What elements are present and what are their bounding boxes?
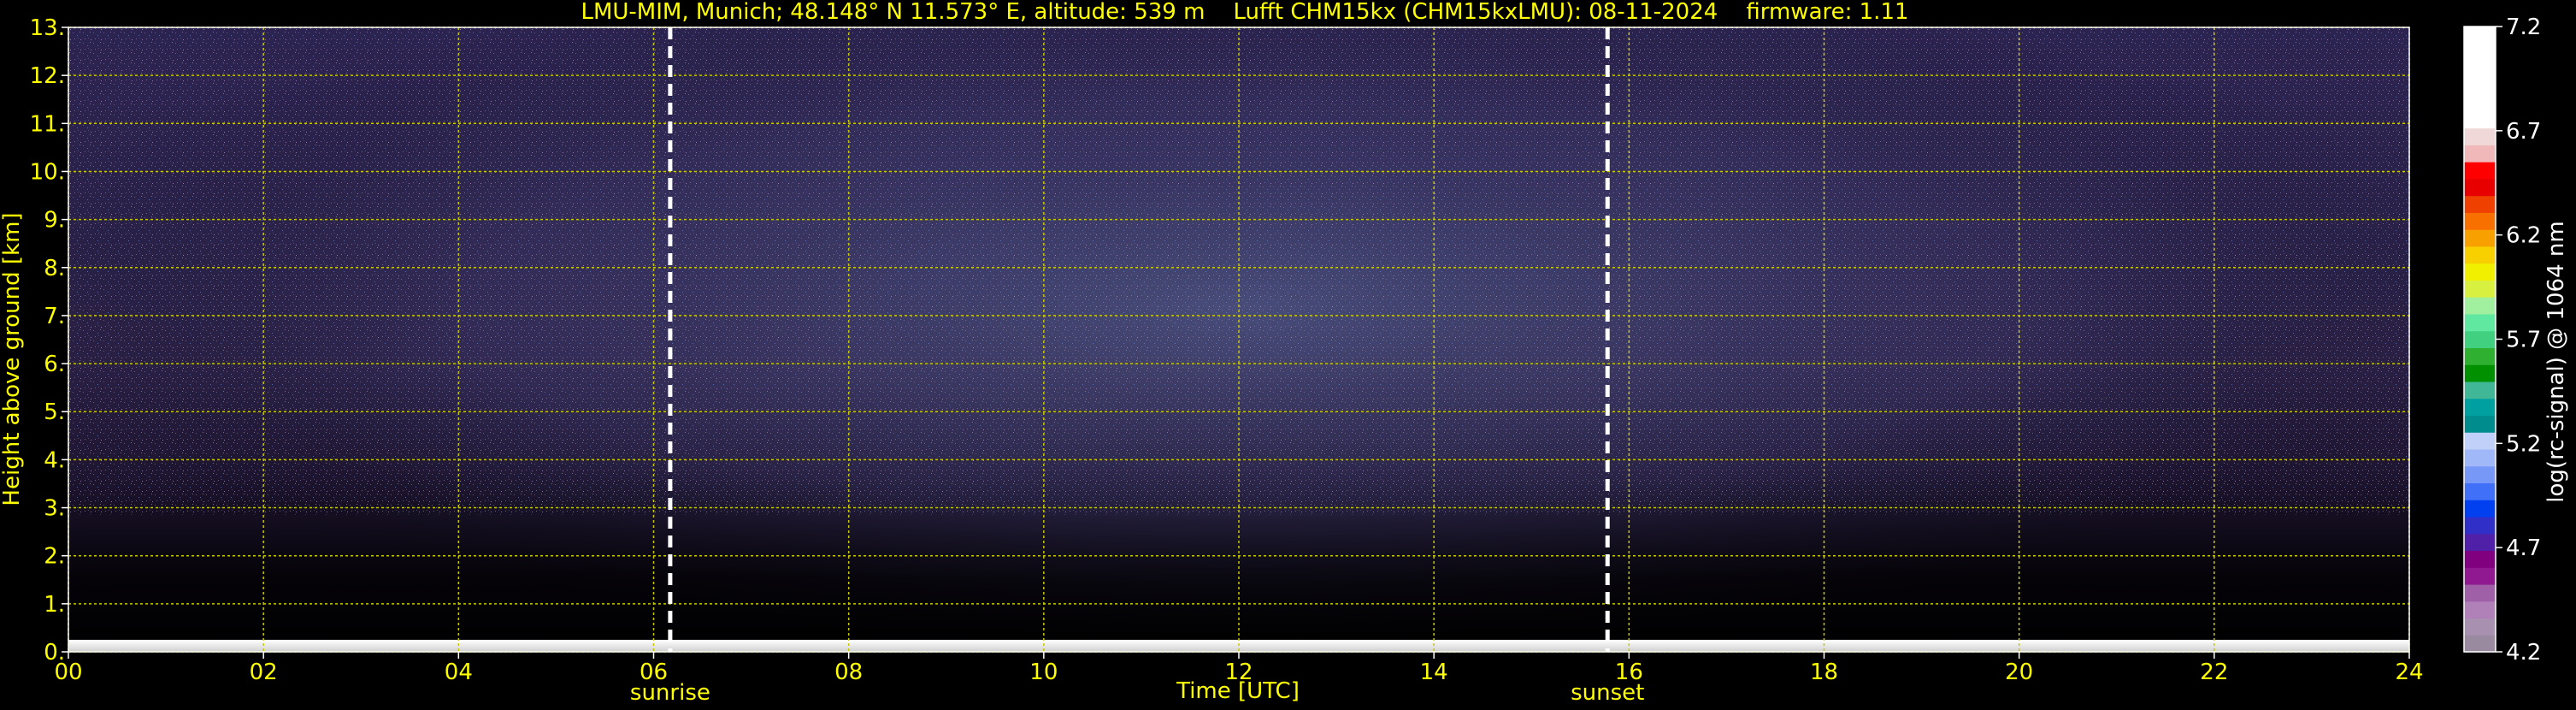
- y-axis-label: Height above ground [km]: [0, 212, 25, 506]
- y-tick-label: 3.: [44, 496, 65, 522]
- y-tick-label: 5.: [44, 399, 65, 425]
- colorbar-segment: [2464, 601, 2496, 619]
- colorbar-tick-label: 4.2: [2506, 640, 2541, 666]
- colorbar-tick-label: 5.2: [2506, 431, 2541, 457]
- colorbar-segment: [2464, 246, 2496, 264]
- colorbar-segment: [2464, 448, 2496, 467]
- colorbar-segment: [2464, 415, 2496, 433]
- colorbar-tick-label: 4.7: [2506, 535, 2541, 561]
- y-tick-label: 12.: [30, 63, 65, 89]
- ceilometer-chart: sunrise sunset 00 02 04 06 08 10 12 14 16 18 20 22 24…: [0, 0, 2576, 707]
- colorbar-segment: [2464, 229, 2496, 247]
- colorbar-segment: [2464, 567, 2496, 585]
- colorbar-segment: [2464, 145, 2496, 163]
- x-tick-label: 08: [834, 660, 863, 685]
- x-tick-label: 06: [640, 660, 668, 685]
- x-tick-label: 20: [2005, 660, 2033, 685]
- colorbar-segment: [2464, 550, 2496, 568]
- colorbar-segment: [2464, 60, 2496, 78]
- colorbar-segment: [2464, 127, 2496, 145]
- colorbar-segment: [2464, 583, 2496, 602]
- x-tick-label: 22: [2200, 660, 2228, 685]
- colorbar-segment: [2464, 77, 2496, 95]
- colorbar-segment: [2464, 195, 2496, 213]
- colorbar: 4.2 4.7 5.2 5.7 6.2 6.7 7.2: [2463, 15, 2541, 666]
- x-tick-label: 02: [250, 660, 278, 685]
- colorbar-tick-label: 6.2: [2506, 223, 2541, 249]
- colorbar-segment: [2464, 212, 2496, 230]
- x-tick-label: 16: [1615, 660, 1643, 685]
- colorbar-segment: [2464, 280, 2496, 298]
- chart-title: LMU-MIM, Munich; 48.148° N 11.573° E, al…: [581, 0, 1908, 25]
- colorbar-segment: [2464, 618, 2496, 636]
- chart-svg: sunrise sunset 00 02 04 06 08 10 12 14 16 18 20 22 24…: [0, 0, 2569, 706]
- colorbar-segment: [2464, 94, 2496, 112]
- y-tick-label: 8.: [44, 256, 65, 281]
- colorbar-segment: [2464, 482, 2496, 500]
- colorbar-segment: [2464, 465, 2496, 484]
- y-tick-label: 13.: [30, 15, 65, 41]
- y-tick-label: 10.: [30, 159, 65, 185]
- colorbar-segment: [2464, 162, 2496, 180]
- x-tick-label: 04: [445, 660, 473, 685]
- colorbar-tick-label: 6.7: [2506, 119, 2541, 145]
- x-tick-label: 24: [2395, 660, 2423, 685]
- colorbar-segment: [2464, 347, 2496, 365]
- colorbar-segment: [2464, 364, 2496, 382]
- colorbar-segment: [2464, 635, 2496, 653]
- x-axis-label: Time [UTC]: [1176, 678, 1300, 704]
- colorbar-tick-label: 7.2: [2506, 15, 2541, 40]
- x-tick-label: 10: [1029, 660, 1058, 685]
- x-tick-label: 18: [1810, 660, 1838, 685]
- colorbar-segment: [2464, 516, 2496, 535]
- colorbar-tick-label: 5.7: [2506, 328, 2541, 353]
- x-tick-label: 14: [1420, 660, 1448, 685]
- y-tick-label: 4.: [44, 447, 65, 473]
- colorbar-segment: [2464, 263, 2496, 281]
- colorbar-segment: [2464, 398, 2496, 417]
- y-tick-label: 6.: [44, 352, 65, 377]
- y-tick-label: 0.: [44, 640, 65, 666]
- colorbar-segment: [2464, 178, 2496, 197]
- y-tick-label: 1.: [44, 592, 65, 618]
- colorbar-segment: [2464, 297, 2496, 315]
- y-tick-label: 2.: [44, 544, 65, 570]
- colorbar-segment: [2464, 330, 2496, 348]
- y-tick-label: 7.: [44, 304, 65, 329]
- colorbar-segment: [2464, 110, 2496, 129]
- colorbar-segment: [2464, 533, 2496, 552]
- y-tick-label: 9.: [44, 208, 65, 234]
- colorbar-segment: [2464, 432, 2496, 450]
- colorbar-label: log(rc-signal) @ 1064 nm: [2544, 221, 2569, 502]
- colorbar-segment: [2464, 381, 2496, 399]
- y-tick-label: 11.: [30, 111, 65, 137]
- colorbar-segment: [2464, 500, 2496, 518]
- colorbar-segment: [2464, 43, 2496, 62]
- colorbar-segment: [2464, 313, 2496, 332]
- colorbar-segment: [2464, 27, 2496, 44]
